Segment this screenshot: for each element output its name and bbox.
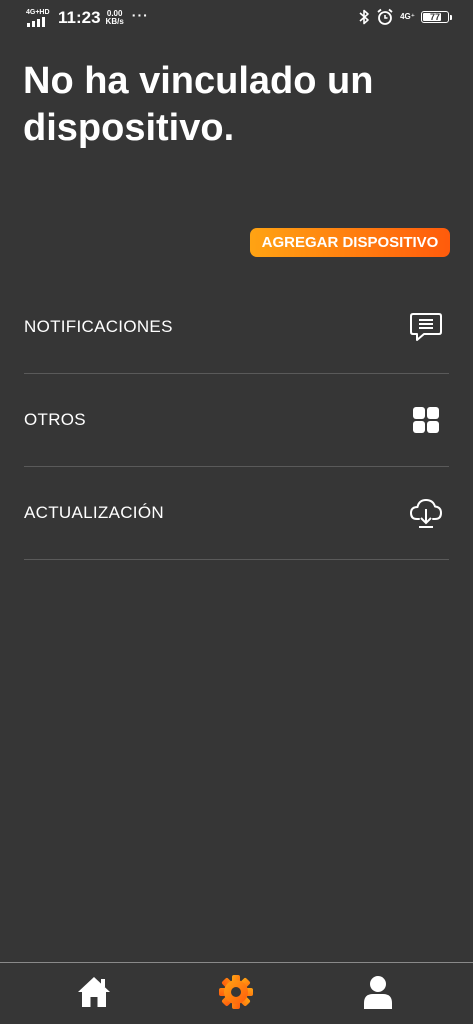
status-bar: 4G+HD 11:23 0.00 KB/s ··· 4G⁺ 77: [0, 0, 473, 38]
nav-home[interactable]: [64, 969, 124, 1019]
menu-item-label: NOTIFICACIONES: [24, 317, 173, 336]
nav-profile[interactable]: [348, 969, 408, 1019]
clock: 11:23: [58, 8, 101, 27]
home-icon: [76, 974, 112, 1015]
chat-message-icon: [408, 309, 444, 345]
grid-apps-icon: [408, 402, 444, 438]
network-speed: 0.00 KB/s: [105, 9, 124, 26]
more-notifications-icon: ···: [131, 7, 149, 23]
menu-item-label: ACTUALIZACIÓN: [24, 503, 164, 522]
menu-item-label: OTROS: [24, 410, 86, 429]
menu-item-others[interactable]: OTROS: [24, 374, 449, 467]
signal-icon: 4G+HD: [26, 9, 50, 27]
bottom-navigation: [0, 962, 473, 1024]
menu-item-update[interactable]: ACTUALIZACIÓN: [24, 467, 449, 560]
user-icon: [361, 974, 395, 1015]
page-title: No ha vinculado un dispositivo.: [23, 60, 374, 149]
nav-settings[interactable]: [206, 969, 266, 1019]
network-type-label: 4G+HD: [26, 9, 50, 16]
battery-level: 77: [429, 12, 440, 22]
mobile-data-icon: 4G⁺: [400, 12, 415, 21]
menu-item-notifications[interactable]: NOTIFICACIONES: [24, 281, 449, 374]
gear-icon: [217, 973, 255, 1016]
cloud-download-icon: [408, 495, 444, 531]
alarm-icon: [376, 8, 394, 26]
bluetooth-icon: [358, 9, 370, 25]
battery-icon: 77: [421, 11, 452, 23]
add-device-button[interactable]: AGREGAR DISPOSITIVO: [250, 228, 450, 257]
